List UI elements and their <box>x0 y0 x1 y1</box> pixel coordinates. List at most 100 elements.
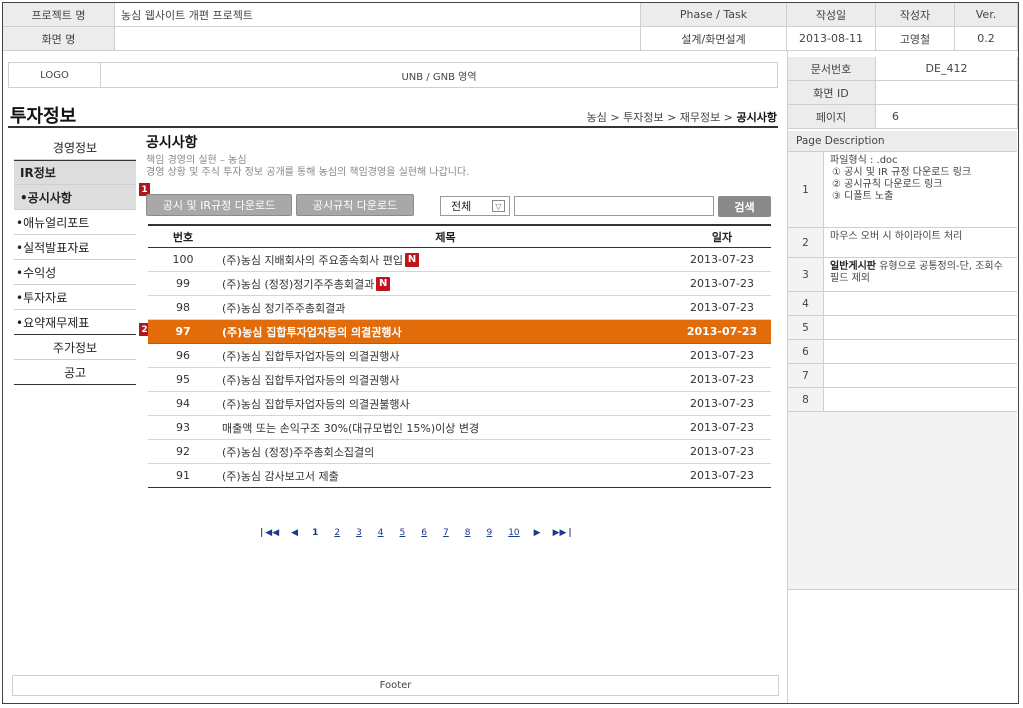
row-title[interactable]: 매출액 또는 손익구조 30%(대규모법인 15%)이상 변경 <box>222 420 479 436</box>
row-date: 2013-07-23 <box>690 301 754 314</box>
description-bold-term: 일반게시판 <box>830 261 876 272</box>
nav-disclosure[interactable]: •공시사항 <box>14 185 136 210</box>
row-title[interactable]: (주)농심 정기주주총회결과 <box>222 300 345 316</box>
row-title-cell[interactable]: (주)농심 감사보고서 제출 <box>218 468 673 484</box>
page-number-link[interactable]: 2 <box>334 528 340 538</box>
filter-select[interactable]: 전체 ▽ <box>440 196 510 216</box>
table-row[interactable]: 98 (주)농심 정기주주총회결과 2013-07-23 <box>148 296 771 320</box>
row-title[interactable]: (주)농심 집합투자업자등의 의결권행사 <box>222 324 402 340</box>
footer: Footer <box>12 675 779 696</box>
ver-value: 0.2 <box>955 27 1018 51</box>
description-row: 4 <box>788 292 1017 316</box>
author-value: 고영철 <box>876 27 955 51</box>
prev-page-icon[interactable]: ◀ <box>291 528 298 538</box>
description-row-number: 5 <box>788 316 824 339</box>
row-title-cell[interactable]: 매출액 또는 손익구조 30%(대규모법인 15%)이상 변경 <box>218 420 673 436</box>
row-date: 2013-07-23 <box>690 469 754 482</box>
description-row: 8 <box>788 388 1017 412</box>
next-page-icon[interactable]: ▶ <box>534 528 541 538</box>
page-number-link[interactable]: 1 <box>312 528 318 538</box>
table-row[interactable]: 93 매출액 또는 손익구조 30%(대규모법인 15%)이상 변경 2013-07… <box>148 416 771 440</box>
first-page-icon[interactable]: ◀◀ <box>265 528 279 538</box>
page-number-link[interactable]: 8 <box>465 528 471 538</box>
page-number-link[interactable]: 3 <box>356 528 362 538</box>
date-label: 작성일 <box>787 3 876 27</box>
chevron-down-icon[interactable]: ▽ <box>492 200 505 212</box>
table-row[interactable]: 100 (주)농심 지배회사의 주요종속회사 편입 N 2013-07-23 <box>148 248 771 272</box>
download-ir-rules-button[interactable]: 공시 및 IR규정 다운로드 <box>146 194 292 216</box>
col-header-title: 제목 <box>435 230 456 244</box>
download-disclosure-rules-button[interactable]: 공시규칙 다운로드 <box>296 194 414 216</box>
row-title[interactable]: (주)농심 집합투자업자등의 의결권행사 <box>222 372 400 388</box>
search-input[interactable] <box>514 196 714 216</box>
row-title[interactable]: (주)농심 집합투자업자등의 의결권행사 <box>222 348 400 364</box>
table-row[interactable]: 91 (주)농심 감사보고서 제출 2013-07-23 <box>148 464 771 488</box>
page-number-link[interactable]: 4 <box>378 528 384 538</box>
page-number-link[interactable]: 10 <box>508 528 519 538</box>
row-title-cell[interactable]: (주)농심 집합투자업자등의 의결권불행사 <box>218 396 673 412</box>
row-title[interactable]: (주)농심 (정정)주주총회소집결의 <box>222 444 374 460</box>
description-row: 3 일반게시판 유형으로 공통정의-단, 조회수 필드 제외 <box>788 258 1017 292</box>
page-description-header: Page Description <box>788 131 1017 152</box>
nav-invest-data[interactable]: •투자자료 <box>14 285 136 310</box>
row-title[interactable]: (주)농심 (정정)정기주주총회결과 <box>222 276 374 292</box>
side-nav: 경영정보 IR정보 •공시사항 •애뉴얼리포트 •실적발표자료 •수익성 •투자… <box>14 135 136 385</box>
screen-id-value <box>876 81 1018 105</box>
breadcrumb-path[interactable]: 농심 > 투자정보 > 재무정보 > <box>587 111 737 124</box>
row-title-cell[interactable]: (주)농심 (정정)정기주주총회결과 N <box>218 276 673 292</box>
description-row-number: 1 <box>788 152 824 227</box>
last-page-icon[interactable]: ▶▶ <box>553 528 567 538</box>
screen-id-label: 화면 ID <box>787 81 876 105</box>
row-title[interactable]: (주)농심 감사보고서 제출 <box>222 468 339 484</box>
nav-annual-report[interactable]: •애뉴얼리포트 <box>14 210 136 235</box>
row-title-cell[interactable]: (주)농심 지배회사의 주요종속회사 편입 N <box>218 252 673 268</box>
new-badge-icon: N <box>405 252 419 267</box>
row-date: 2013-07-23 <box>690 277 754 290</box>
table-row[interactable]: 97 (주)농심 집합투자업자등의 의결권행사 2013-07-23 <box>148 320 771 344</box>
search-button[interactable]: 검색 <box>718 196 771 217</box>
row-no: 92 <box>176 445 190 458</box>
nav-stock-info[interactable]: 주가정보 <box>14 335 136 360</box>
description-row: 2 마우스 오버 시 하이라이트 처리 <box>788 228 1017 258</box>
table-row[interactable]: 96 (주)농심 집합투자업자등의 의결권행사 2013-07-23 <box>148 344 771 368</box>
table-row[interactable]: 92 (주)농심 (정정)주주총회소집결의 2013-07-23 <box>148 440 771 464</box>
description-row-number: 7 <box>788 364 824 387</box>
logo[interactable]: LOGO <box>9 63 101 87</box>
description-row-text <box>824 292 1017 315</box>
author-label: 작성자 <box>876 3 955 27</box>
pager-bar-left: | <box>260 528 264 538</box>
table-row[interactable]: 95 (주)농심 집합투자업자등의 의결권행사 2013-07-23 <box>148 368 771 392</box>
row-title-cell[interactable]: (주)농심 집합투자업자등의 의결권행사 <box>218 324 673 340</box>
description-row-number: 3 <box>788 258 824 291</box>
page-number-link[interactable]: 6 <box>421 528 427 538</box>
description-line: ① 공시 및 IR 규정 다운로드 링크 <box>832 167 972 178</box>
nav-profitability[interactable]: •수익성 <box>14 260 136 285</box>
screen-label: 화면 명 <box>3 27 115 51</box>
row-title-cell[interactable]: (주)농심 정기주주총회결과 <box>218 300 673 316</box>
page-number-link[interactable]: 7 <box>443 528 449 538</box>
description-row-number: 2 <box>788 228 824 257</box>
nav-earnings[interactable]: •실적발표자료 <box>14 235 136 260</box>
page-number-link[interactable]: 9 <box>486 528 492 538</box>
row-date: 2013-07-23 <box>690 397 754 410</box>
page-number-link[interactable]: 5 <box>400 528 406 538</box>
nav-management[interactable]: 경영정보 <box>14 135 136 160</box>
nav-financial-summary[interactable]: •요약재무제표 <box>14 310 136 335</box>
nav-notice[interactable]: 공고 <box>14 360 136 385</box>
table-row[interactable]: 94 (주)농심 집합투자업자등의 의결권불행사 2013-07-23 <box>148 392 771 416</box>
row-title-cell[interactable]: (주)농심 집합투자업자등의 의결권행사 <box>218 372 673 388</box>
page-title: 투자정보 <box>10 106 77 127</box>
description-row-text: 파일형식 : .doc ① 공시 및 IR 규정 다운로드 링크 ② 공시규칙 다운… <box>824 152 1017 227</box>
row-title[interactable]: (주)농심 지배회사의 주요종속회사 편입 <box>222 252 403 268</box>
breadcrumb-current: 공시사항 <box>736 111 777 124</box>
row-date: 2013-07-23 <box>690 253 754 266</box>
row-title[interactable]: (주)농심 집합투자업자등의 의결권불행사 <box>222 396 410 412</box>
project-label: 프로젝트 명 <box>3 3 115 27</box>
doc-no-label: 문서번호 <box>787 57 876 81</box>
row-title-cell[interactable]: (주)농심 집합투자업자등의 의결권행사 <box>218 348 673 364</box>
new-badge-icon: N <box>376 276 391 291</box>
table-row[interactable]: 99 (주)농심 (정정)정기주주총회결과 N 2013-07-23 <box>148 272 771 296</box>
nav-ir[interactable]: IR정보 <box>14 160 136 185</box>
description-row-text: 일반게시판 유형으로 공통정의-단, 조회수 필드 제외 <box>824 258 1017 291</box>
row-title-cell[interactable]: (주)농심 (정정)주주총회소집결의 <box>218 444 673 460</box>
